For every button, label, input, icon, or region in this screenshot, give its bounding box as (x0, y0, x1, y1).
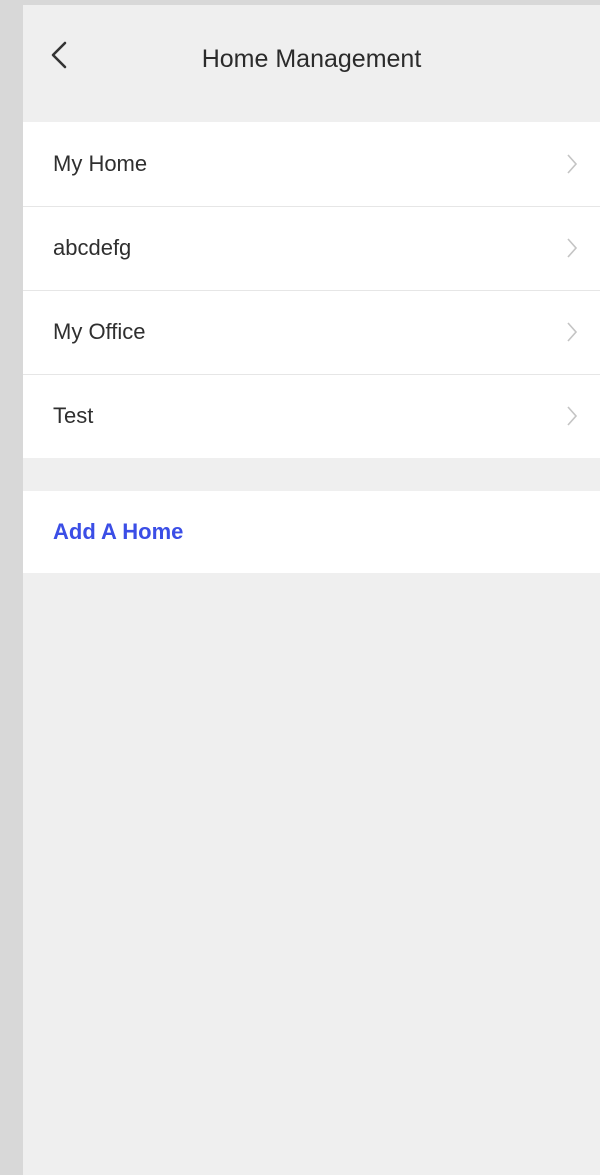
home-list-item[interactable]: My Office (23, 290, 600, 374)
top-bar: Home Management (23, 5, 600, 117)
chevron-right-icon (564, 236, 580, 260)
chevron-right-icon (564, 152, 580, 176)
home-list-item[interactable]: abcdefg (23, 206, 600, 290)
home-name-label: Test (53, 403, 94, 428)
home-name-label: abcdefg (53, 235, 132, 260)
home-list-item[interactable]: My Home (23, 122, 600, 206)
home-list-item[interactable]: Test (23, 374, 600, 458)
chevron-right-icon (564, 404, 580, 428)
add-home-label: Add A Home (53, 519, 184, 544)
home-management-screen: Home Management My Home abcdefg My Offic… (23, 5, 600, 1175)
add-home-button[interactable]: Add A Home (23, 491, 600, 573)
home-list: My Home abcdefg My Office Test (23, 122, 600, 458)
page-title: Home Management (201, 45, 422, 73)
home-name-label: My Home (53, 151, 148, 176)
home-name-label: My Office (53, 319, 146, 344)
chevron-right-icon (564, 320, 580, 344)
